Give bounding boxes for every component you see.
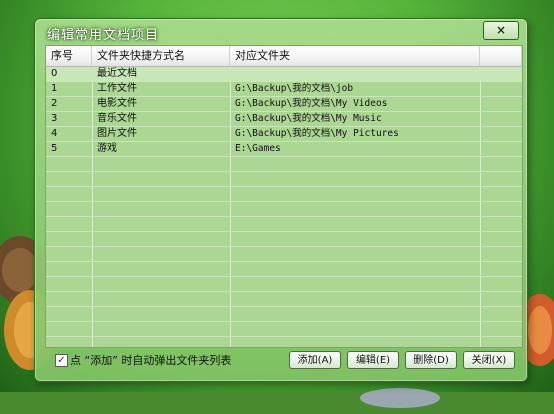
empty-row [46, 232, 522, 247]
close-button[interactable]: 关闭(X) [463, 351, 515, 369]
titlebar: 编辑常用文档项目 × [35, 19, 527, 45]
list-item[interactable]: 3 音乐文件 G:\Backup\我的文档\My Music [46, 112, 522, 127]
empty-row [46, 292, 522, 307]
empty-row [46, 277, 522, 292]
row-folder-path: G:\Backup\我的文档\My Music [235, 113, 382, 124]
list-item[interactable]: 4 图片文件 G:\Backup\我的文档\My Pictures [46, 127, 522, 142]
column-header-extra [480, 46, 522, 66]
row-shortcut-name: 工作文件 [97, 83, 137, 94]
row-folder-path: G:\Backup\我的文档\My Pictures [235, 128, 399, 139]
auto-popup-label[interactable]: 点 “添加” 时自动弹出文件夹列表 [70, 352, 231, 368]
list-header: 序号 文件夹快捷方式名 对应文件夹 [46, 46, 522, 67]
row-index: 5 [51, 143, 58, 154]
list-item[interactable]: 2 电影文件 G:\Backup\我的文档\My Videos [46, 97, 522, 112]
edit-folders-dialog: 编辑常用文档项目 × 序号 文件夹快捷方式名 对应文件夹 0 最近文档 1 工作… [34, 18, 528, 382]
row-shortcut-name: 最近文档 [97, 68, 137, 79]
row-index: 2 [51, 98, 58, 109]
empty-row [46, 172, 522, 187]
empty-row [46, 262, 522, 277]
row-index: 0 [51, 68, 58, 79]
row-index: 1 [51, 83, 58, 94]
column-header-folder[interactable]: 对应文件夹 [230, 46, 480, 66]
row-folder-path [230, 67, 480, 81]
list-item[interactable]: 0 最近文档 [46, 67, 522, 82]
row-shortcut-name: 游戏 [97, 143, 117, 154]
row-index: 4 [51, 128, 58, 139]
list-item[interactable]: 1 工作文件 G:\Backup\我的文档\job [46, 82, 522, 97]
empty-row [46, 307, 522, 322]
row-folder-path: E:\Games [235, 143, 281, 154]
delete-button[interactable]: 删除(D) [405, 351, 457, 369]
empty-row [46, 202, 522, 217]
row-index: 3 [51, 113, 58, 124]
row-folder-path: G:\Backup\我的文档\job [235, 83, 354, 94]
row-folder-path: G:\Backup\我的文档\My Videos [235, 98, 388, 109]
dialog-footer: ✓ 点 “添加” 时自动弹出文件夹列表 添加(A) 编辑(E) 删除(D) 关闭… [45, 348, 521, 372]
add-button[interactable]: 添加(A) [289, 351, 341, 369]
column-header-name[interactable]: 文件夹快捷方式名 [92, 46, 230, 66]
empty-row [46, 217, 522, 232]
folder-shortcut-list[interactable]: 序号 文件夹快捷方式名 对应文件夹 0 最近文档 1 工作文件 G:\Backu… [45, 45, 523, 348]
edit-button[interactable]: 编辑(E) [347, 351, 399, 369]
column-header-index[interactable]: 序号 [46, 46, 92, 66]
close-window-button[interactable]: × [483, 21, 519, 40]
empty-row [46, 247, 522, 262]
empty-row [46, 157, 522, 172]
row-shortcut-name: 图片文件 [97, 128, 137, 139]
row-shortcut-name: 音乐文件 [97, 113, 137, 124]
empty-row [46, 187, 522, 202]
dialog-title: 编辑常用文档项目 [47, 28, 160, 43]
auto-popup-checkbox[interactable]: ✓ [55, 354, 68, 367]
list-item[interactable]: 5 游戏 E:\Games [46, 142, 522, 157]
empty-row [46, 322, 522, 337]
row-shortcut-name: 电影文件 [97, 98, 137, 109]
